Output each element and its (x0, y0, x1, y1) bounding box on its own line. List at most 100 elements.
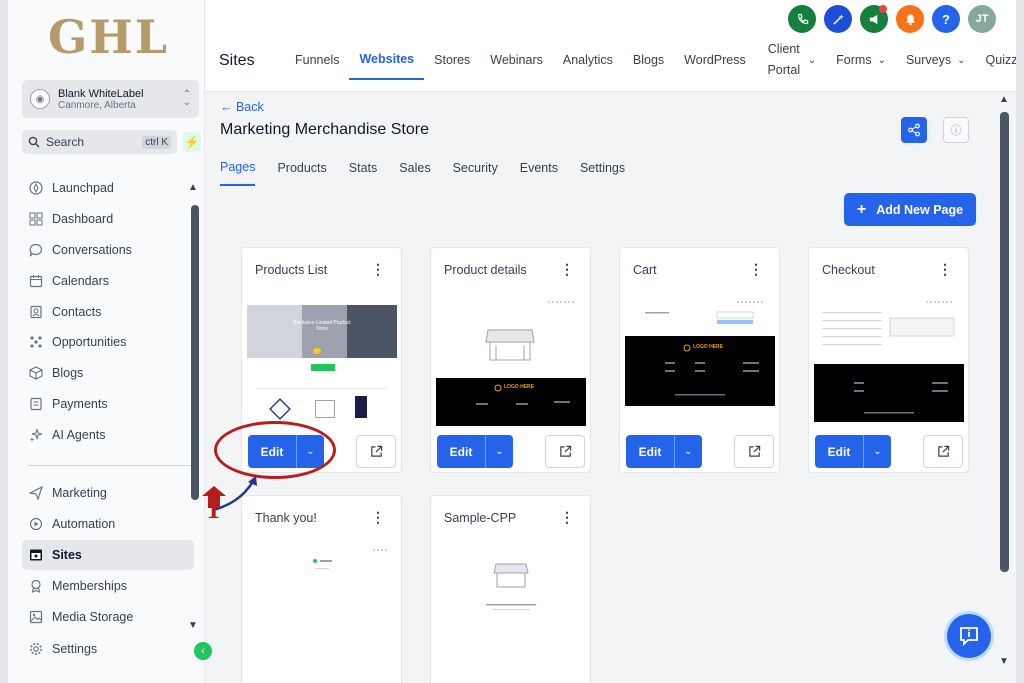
more-options-icon[interactable]: ⋮ (749, 261, 763, 278)
edit-button[interactable]: Edit (626, 435, 674, 468)
sidebar-item-launchpad[interactable]: Launchpad (22, 173, 194, 204)
page-thumbnail[interactable] (436, 546, 586, 674)
back-link[interactable]: ← Back (220, 100, 264, 114)
main-scrollbar-track: ▲ ▼ (992, 92, 1016, 683)
tab-webinars[interactable]: Webinars (480, 40, 553, 80)
page-thumbnail[interactable]: LOGO HERE (625, 298, 775, 426)
sidebar-item-dashboard[interactable]: Dashboard (22, 204, 194, 235)
page-card-sample-cpp[interactable]: Sample-CPP ⋮ (430, 495, 591, 683)
sidebar-item-calendars[interactable]: Calendars (22, 265, 194, 296)
subtab-pages[interactable]: Pages (220, 150, 256, 186)
edit-dropdown-chevron-icon[interactable]: ⌄ (863, 435, 891, 468)
sidebar: GHL ◉ Blank WhiteLabel Canmore, Alberta … (8, 0, 212, 683)
rocket-icon (28, 180, 44, 196)
announcements-icon[interactable] (860, 5, 888, 33)
subtab-settings[interactable]: Settings (580, 150, 625, 186)
edit-button[interactable]: Edit (437, 435, 485, 468)
sidebar-item-memberships[interactable]: Memberships (22, 570, 194, 601)
badge-icon (28, 578, 44, 594)
page-card-product-details[interactable]: Product details ⋮ LOGO HERE Edit ⌄ (430, 247, 591, 473)
search-icon (28, 136, 40, 148)
brand-logo[interactable]: GHL (48, 10, 169, 64)
card-title: Products List (255, 263, 328, 277)
bell-icon[interactable] (896, 5, 924, 33)
subtab-stats[interactable]: Stats (349, 150, 378, 186)
notification-dot (879, 5, 887, 13)
open-external-icon[interactable] (545, 435, 585, 468)
open-external-icon[interactable] (356, 435, 396, 468)
support-chat-icon[interactable] (947, 614, 991, 658)
sidebar-item-automation[interactable]: Automation (22, 509, 194, 540)
subtab-security[interactable]: Security (453, 150, 498, 186)
phone-icon[interactable] (788, 5, 816, 33)
page-thumbnail[interactable] (247, 546, 397, 674)
page-thumbnail[interactable]: LOGO HERE (436, 298, 586, 426)
more-options-icon[interactable]: ⋮ (560, 509, 574, 526)
tab-stores[interactable]: Stores (424, 40, 480, 80)
chevron-updown-icon: ⌃ ⌄ (182, 89, 191, 108)
tab-client-portal[interactable]: Client Portal ⌄ (756, 40, 826, 80)
page-card-thank-you[interactable]: Thank you! ⋮ (241, 495, 402, 683)
more-options-icon[interactable]: ⋮ (371, 509, 385, 526)
sidebar-item-blogs[interactable]: Blogs (22, 358, 194, 389)
user-avatar[interactable]: JT (968, 5, 996, 33)
tab-surveys[interactable]: Surveys ⌄ (896, 40, 976, 80)
main-scroll-up[interactable]: ▲ (999, 94, 1009, 105)
sidebar-item-settings[interactable]: Settings (22, 634, 194, 665)
edit-dropdown-chevron-icon[interactable]: ⌄ (674, 435, 702, 468)
tab-websites[interactable]: Websites (349, 40, 425, 80)
store-front-icon (436, 301, 586, 426)
sidebar-item-label: Dashboard (52, 212, 114, 227)
grid-icon (28, 211, 44, 227)
page-card-checkout[interactable]: Checkout ⋮ Edit ⌄ (808, 247, 969, 473)
main-scrollbar[interactable] (1000, 112, 1009, 572)
thumbnail-banner: Exclusive Limited Product Store (247, 305, 397, 358)
sparkle-icon (28, 427, 44, 443)
sidebar-item-ai-agents[interactable]: AI Agents (22, 419, 194, 450)
main-scroll-down[interactable]: ▼ (999, 656, 1009, 667)
open-external-icon[interactable] (734, 435, 774, 468)
sidebar-scrollbar[interactable] (191, 205, 199, 500)
sidebar-item-opportunities[interactable]: Opportunities (22, 327, 194, 358)
add-new-page-button[interactable]: + Add New Page (844, 193, 976, 226)
sidebar-item-marketing[interactable]: Marketing (22, 478, 194, 509)
sidebar-scroll-up[interactable]: ▲ (188, 182, 198, 193)
quick-action-bolt-icon[interactable]: ⚡ (183, 132, 201, 152)
sidebar-scroll-down[interactable]: ▼ (188, 620, 198, 631)
tab-analytics[interactable]: Analytics (553, 40, 623, 80)
page-card-cart[interactable]: Cart ⋮ LOGO HERE Edit ⌄ (619, 247, 780, 473)
more-options-icon[interactable]: ⋮ (938, 261, 952, 278)
page-thumbnail[interactable] (814, 298, 964, 426)
page-thumbnail[interactable]: Exclusive Limited Product Store (247, 298, 397, 426)
account-location: Canmore, Alberta (58, 99, 136, 111)
more-options-icon[interactable]: ⋮ (371, 261, 385, 278)
sidebar-item-label: Marketing (52, 486, 107, 501)
magic-wand-icon[interactable] (824, 5, 852, 33)
subtab-products[interactable]: Products (277, 150, 326, 186)
edit-button[interactable]: Edit (815, 435, 863, 468)
location-icon: ◉ (30, 89, 50, 109)
search-input[interactable]: Search ctrl K (22, 130, 177, 154)
share-icon[interactable] (901, 117, 927, 143)
sidebar-item-label: Media Storage (52, 609, 134, 624)
tab-quizzes[interactable]: Quizzes (976, 40, 1016, 80)
sidebar-item-label: Conversations (52, 242, 132, 257)
info-icon[interactable]: ⓘ (943, 117, 969, 143)
subtab-events[interactable]: Events (520, 150, 558, 186)
tab-blogs[interactable]: Blogs (623, 40, 674, 80)
tab-wordpress[interactable]: WordPress (674, 40, 756, 80)
help-icon[interactable]: ? (932, 5, 960, 33)
tab-forms[interactable]: Forms ⌄ (826, 40, 896, 80)
sidebar-item-payments[interactable]: Payments (22, 389, 194, 420)
more-options-icon[interactable]: ⋮ (560, 261, 574, 278)
edit-dropdown-chevron-icon[interactable]: ⌄ (485, 435, 513, 468)
sidebar-item-conversations[interactable]: Conversations (22, 235, 194, 266)
open-external-icon[interactable] (923, 435, 963, 468)
subtab-sales[interactable]: Sales (399, 150, 430, 186)
sidebar-item-sites[interactable]: Sites (22, 539, 194, 571)
sidebar-item-media-storage[interactable]: Media Storage (22, 601, 194, 632)
account-switcher[interactable]: ◉ Blank WhiteLabel Canmore, Alberta ⌃ ⌄ (22, 80, 199, 118)
sidebar-item-contacts[interactable]: Contacts (22, 296, 194, 327)
tab-funnels[interactable]: Funnels (285, 40, 349, 80)
tab-label: Surveys (905, 52, 952, 67)
